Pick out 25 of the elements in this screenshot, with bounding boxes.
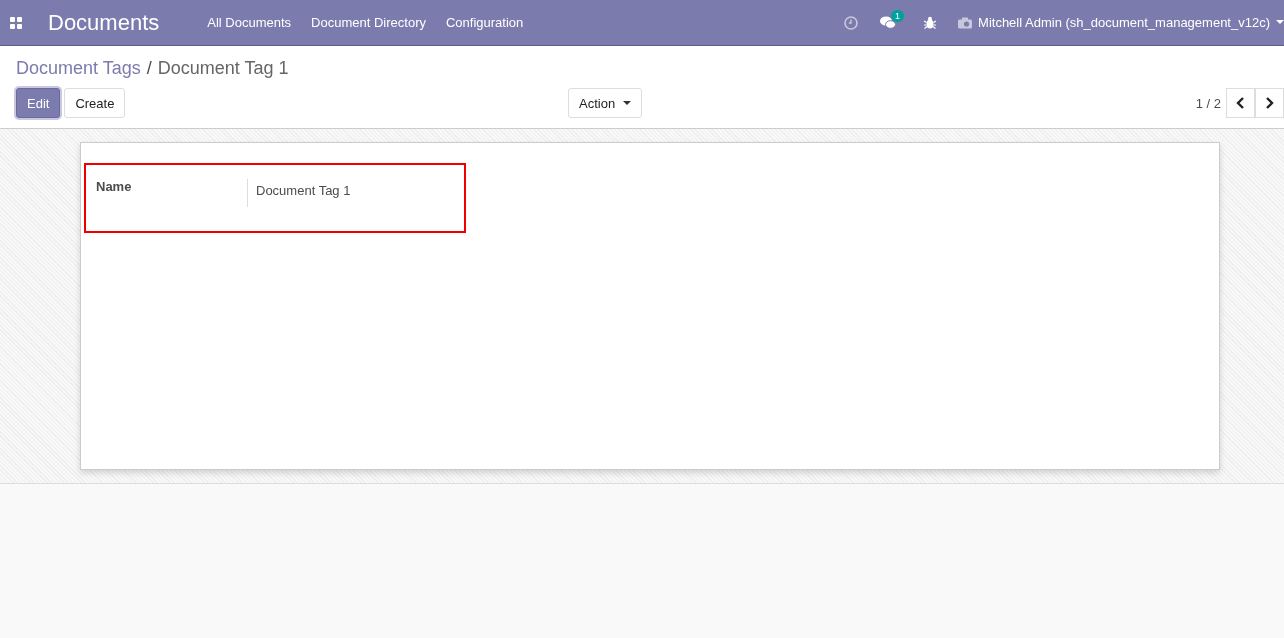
bug-icon[interactable] (924, 16, 937, 29)
menu-item[interactable]: Configuration (445, 15, 524, 30)
previous-button[interactable] (1226, 88, 1255, 118)
breadcrumb-separator: / (146, 58, 152, 79)
message-count-badge: 1 (891, 9, 905, 22)
clock-icon[interactable] (844, 15, 859, 30)
field-value: Document Tag 1 (247, 179, 359, 207)
next-button[interactable] (1255, 88, 1284, 118)
create-button[interactable]: Create (64, 88, 126, 118)
menu-item[interactable]: All Documents (207, 15, 292, 30)
caret-icon (623, 100, 632, 106)
camera-icon (958, 16, 973, 29)
field-label: Name (96, 179, 133, 196)
chevron-left-icon (1236, 97, 1245, 109)
apps-menu-icon[interactable] (10, 16, 22, 29)
chevron-right-icon (1265, 97, 1274, 109)
action-dropdown[interactable]: Action (568, 88, 643, 118)
menu-item[interactable]: Document Directory (311, 15, 426, 30)
caret-icon (1276, 20, 1284, 25)
app-title: Documents (48, 9, 160, 36)
breadcrumb-link[interactable]: Document Tags (16, 58, 141, 79)
user-menu[interactable]: Mitchell Admin (sh_document_management_v12c) (978, 15, 1284, 30)
pager-value: 1 / 2 (1195, 95, 1221, 111)
breadcrumb-current: Document Tag 1 (157, 58, 289, 79)
edit-button[interactable]: Edit (16, 88, 61, 118)
